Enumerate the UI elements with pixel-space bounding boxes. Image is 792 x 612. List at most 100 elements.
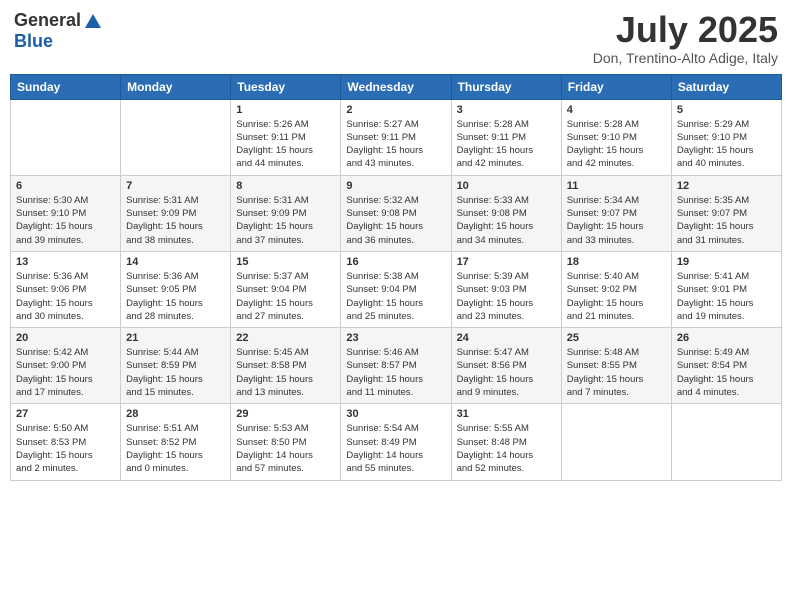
calendar-cell: 26 Sunrise: 5:49 AM Sunset: 8:54 PM Dayli…: [671, 328, 781, 404]
day-info: Sunrise: 5:47 AM Sunset: 8:56 PM Dayligh…: [457, 346, 556, 399]
day-info: Sunrise: 5:31 AM Sunset: 9:09 PM Dayligh…: [236, 194, 335, 247]
calendar-cell: 23Sunrise: 5:46 AM Sunset: 8:57 PM Dayli…: [341, 328, 451, 404]
logo: General Blue: [14, 10, 103, 52]
column-header-tuesday: Tuesday: [231, 74, 341, 99]
calendar-cell: 2 Sunrise: 5:27 AM Sunset: 9:11 PM Daylig…: [341, 99, 451, 175]
day-info: Sunrise: 5:39 AM Sunset: 9:03 PM Dayligh…: [457, 270, 556, 323]
calendar-cell: 22Sunrise: 5:45 AM Sunset: 8:58 PM Dayli…: [231, 328, 341, 404]
day-info: Sunrise: 5:44 AM Sunset: 8:59 PM Dayligh…: [126, 346, 225, 399]
day-info: Sunrise: 5:30 AM Sunset: 9:10 PM Dayligh…: [16, 194, 115, 247]
calendar-cell: 28Sunrise: 5:51 AM Sunset: 8:52 PM Dayli…: [121, 404, 231, 480]
page-header: General Blue July 2025 Don, Trentino-Alt…: [10, 10, 782, 66]
day-number: 19: [677, 256, 776, 268]
calendar-cell: 16 Sunrise: 5:38 AM Sunset: 9:04 PM Dayli…: [341, 251, 451, 327]
day-info: Sunrise: 5:33 AM Sunset: 9:08 PM Dayligh…: [457, 194, 556, 247]
day-number: 27: [16, 408, 115, 420]
day-number: 14: [126, 256, 225, 268]
calendar-cell: 25Sunrise: 5:48 AM Sunset: 8:55 PM Dayli…: [561, 328, 671, 404]
calendar-cell: 30Sunrise: 5:54 AM Sunset: 8:49 PM Dayli…: [341, 404, 451, 480]
calendar-cell: 7 Sunrise: 5:31 AM Sunset: 9:09 PM Daylig…: [121, 175, 231, 251]
day-info: Sunrise: 5:37 AM Sunset: 9:04 PM Dayligh…: [236, 270, 335, 323]
calendar-cell: 17 Sunrise: 5:39 AM Sunset: 9:03 PM Dayli…: [451, 251, 561, 327]
calendar-cell: 21 Sunrise: 5:44 AM Sunset: 8:59 PM Dayli…: [121, 328, 231, 404]
calendar-week-1: 1 Sunrise: 5:26 AM Sunset: 9:11 PM Daylig…: [11, 99, 782, 175]
day-info: Sunrise: 5:40 AM Sunset: 9:02 PM Dayligh…: [567, 270, 666, 323]
calendar-cell: 11 Sunrise: 5:34 AM Sunset: 9:07 PM Dayli…: [561, 175, 671, 251]
day-number: 21: [126, 332, 225, 344]
day-number: 8: [236, 180, 335, 192]
day-number: 2: [346, 104, 445, 116]
day-number: 18: [567, 256, 666, 268]
calendar-cell: 9 Sunrise: 5:32 AM Sunset: 9:08 PM Daylig…: [341, 175, 451, 251]
calendar-cell: 10 Sunrise: 5:33 AM Sunset: 9:08 PM Dayli…: [451, 175, 561, 251]
calendar-cell: 24 Sunrise: 5:47 AM Sunset: 8:56 PM Dayli…: [451, 328, 561, 404]
day-number: 5: [677, 104, 776, 116]
calendar-week-4: 20 Sunrise: 5:42 AM Sunset: 9:00 PM Dayli…: [11, 328, 782, 404]
day-number: 26: [677, 332, 776, 344]
day-info: Sunrise: 5:27 AM Sunset: 9:11 PM Dayligh…: [346, 118, 445, 171]
day-info: Sunrise: 5:49 AM Sunset: 8:54 PM Dayligh…: [677, 346, 776, 399]
logo-general-text: General: [14, 10, 81, 31]
day-number: 1: [236, 104, 335, 116]
day-info: Sunrise: 5:36 AM Sunset: 9:05 PM Dayligh…: [126, 270, 225, 323]
day-info: Sunrise: 5:26 AM Sunset: 9:11 PM Dayligh…: [236, 118, 335, 171]
day-number: 17: [457, 256, 556, 268]
calendar-cell: 3Sunrise: 5:28 AM Sunset: 9:11 PM Daylig…: [451, 99, 561, 175]
day-info: Sunrise: 5:51 AM Sunset: 8:52 PM Dayligh…: [126, 422, 225, 475]
day-info: Sunrise: 5:29 AM Sunset: 9:10 PM Dayligh…: [677, 118, 776, 171]
day-number: 29: [236, 408, 335, 420]
day-info: Sunrise: 5:35 AM Sunset: 9:07 PM Dayligh…: [677, 194, 776, 247]
title-area: July 2025 Don, Trentino-Alto Adige, Ital…: [593, 10, 778, 66]
day-number: 13: [16, 256, 115, 268]
calendar-week-3: 13 Sunrise: 5:36 AM Sunset: 9:06 PM Dayli…: [11, 251, 782, 327]
day-number: 9: [346, 180, 445, 192]
location: Don, Trentino-Alto Adige, Italy: [593, 50, 778, 66]
day-info: Sunrise: 5:55 AM Sunset: 8:48 PM Dayligh…: [457, 422, 556, 475]
day-number: 11: [567, 180, 666, 192]
calendar-table: SundayMondayTuesdayWednesdayThursdayFrid…: [10, 74, 782, 481]
calendar-cell: 1 Sunrise: 5:26 AM Sunset: 9:11 PM Daylig…: [231, 99, 341, 175]
day-number: 23: [346, 332, 445, 344]
day-number: 12: [677, 180, 776, 192]
calendar-cell: 6 Sunrise: 5:30 AM Sunset: 9:10 PM Daylig…: [11, 175, 121, 251]
day-number: 25: [567, 332, 666, 344]
calendar-cell: 29 Sunrise: 5:53 AM Sunset: 8:50 PM Dayli…: [231, 404, 341, 480]
calendar-cell: [121, 99, 231, 175]
calendar-cell: [11, 99, 121, 175]
day-info: Sunrise: 5:31 AM Sunset: 9:09 PM Dayligh…: [126, 194, 225, 247]
calendar-cell: 31 Sunrise: 5:55 AM Sunset: 8:48 PM Dayli…: [451, 404, 561, 480]
day-info: Sunrise: 5:54 AM Sunset: 8:49 PM Dayligh…: [346, 422, 445, 475]
day-number: 20: [16, 332, 115, 344]
calendar-week-2: 6 Sunrise: 5:30 AM Sunset: 9:10 PM Daylig…: [11, 175, 782, 251]
column-header-monday: Monday: [121, 74, 231, 99]
day-number: 31: [457, 408, 556, 420]
calendar-week-5: 27Sunrise: 5:50 AM Sunset: 8:53 PM Dayli…: [11, 404, 782, 480]
day-info: Sunrise: 5:42 AM Sunset: 9:00 PM Dayligh…: [16, 346, 115, 399]
day-number: 6: [16, 180, 115, 192]
day-number: 16: [346, 256, 445, 268]
day-info: Sunrise: 5:34 AM Sunset: 9:07 PM Dayligh…: [567, 194, 666, 247]
day-info: Sunrise: 5:32 AM Sunset: 9:08 PM Dayligh…: [346, 194, 445, 247]
calendar-cell: 12 Sunrise: 5:35 AM Sunset: 9:07 PM Dayli…: [671, 175, 781, 251]
calendar-cell: 15 Sunrise: 5:37 AM Sunset: 9:04 PM Dayli…: [231, 251, 341, 327]
day-info: Sunrise: 5:38 AM Sunset: 9:04 PM Dayligh…: [346, 270, 445, 323]
day-number: 24: [457, 332, 556, 344]
day-number: 15: [236, 256, 335, 268]
day-info: Sunrise: 5:28 AM Sunset: 9:11 PM Dayligh…: [457, 118, 556, 171]
day-info: Sunrise: 5:45 AM Sunset: 8:58 PM Dayligh…: [236, 346, 335, 399]
day-number: 4: [567, 104, 666, 116]
day-info: Sunrise: 5:53 AM Sunset: 8:50 PM Dayligh…: [236, 422, 335, 475]
calendar-cell: 13 Sunrise: 5:36 AM Sunset: 9:06 PM Dayli…: [11, 251, 121, 327]
calendar-cell: 4 Sunrise: 5:28 AM Sunset: 9:10 PM Daylig…: [561, 99, 671, 175]
day-number: 7: [126, 180, 225, 192]
day-info: Sunrise: 5:28 AM Sunset: 9:10 PM Dayligh…: [567, 118, 666, 171]
calendar-header-row: SundayMondayTuesdayWednesdayThursdayFrid…: [11, 74, 782, 99]
column-header-saturday: Saturday: [671, 74, 781, 99]
day-info: Sunrise: 5:36 AM Sunset: 9:06 PM Dayligh…: [16, 270, 115, 323]
day-number: 10: [457, 180, 556, 192]
column-header-thursday: Thursday: [451, 74, 561, 99]
calendar-cell: 8 Sunrise: 5:31 AM Sunset: 9:09 PM Daylig…: [231, 175, 341, 251]
column-header-wednesday: Wednesday: [341, 74, 451, 99]
logo-blue-text: Blue: [14, 31, 53, 51]
column-header-friday: Friday: [561, 74, 671, 99]
